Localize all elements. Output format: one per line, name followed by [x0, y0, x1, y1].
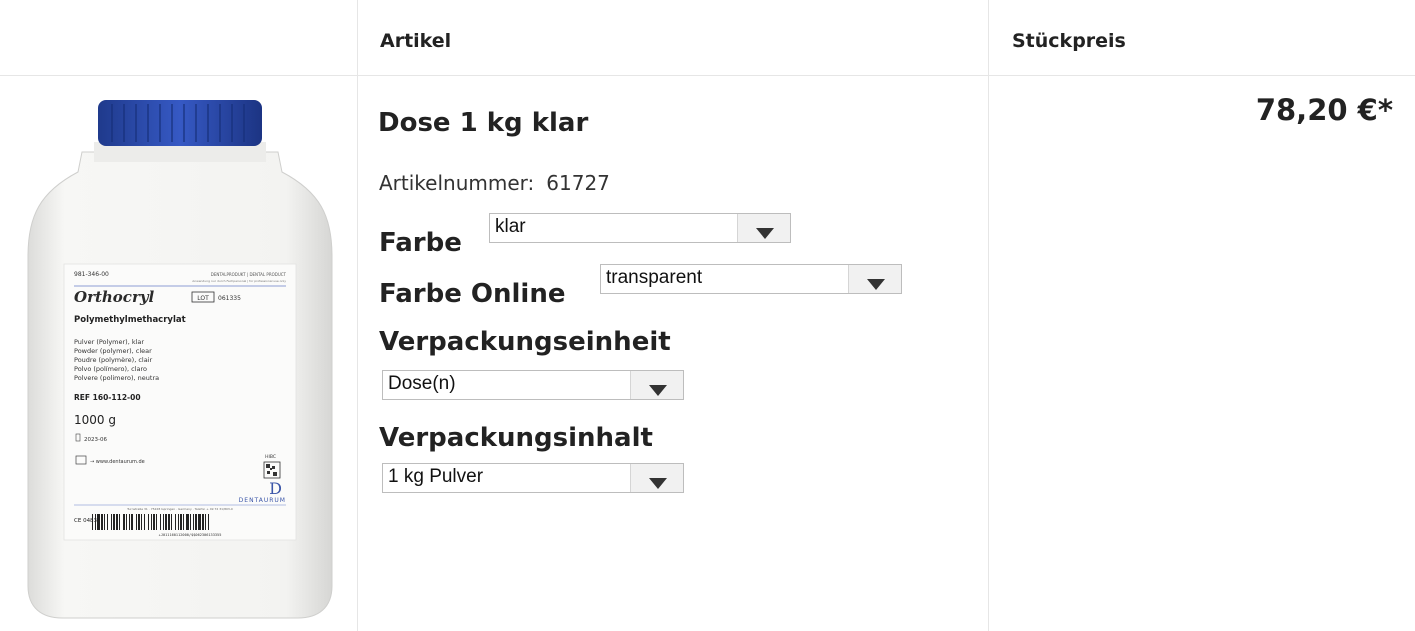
dentaurum-logo-icon: D: [269, 479, 282, 498]
farbe-online-select-value: transparent: [606, 267, 703, 288]
chevron-down-icon: [737, 214, 790, 242]
chevron-down-icon: [630, 371, 683, 399]
farbe-online-select[interactable]: transparent: [600, 264, 902, 294]
verpackungseinheit-select[interactable]: Dose(n): [382, 370, 684, 400]
product-image[interactable]: 981-346-00 DENTALPRODUKT | DENTAL PRODUC…: [20, 96, 340, 621]
option-label-verpackungseinheit: Verpackungseinheit: [379, 327, 671, 357]
label-maker: DENTAURUM: [239, 497, 286, 504]
column-divider: [988, 0, 989, 631]
verpackungsinhalt-select-value: 1 kg Pulver: [388, 466, 484, 487]
label-desc-line: Polvere (polimero), neutra: [74, 374, 159, 382]
label-maker-line: Turnstraße 31 · 75228 Ispringen · German…: [126, 507, 233, 511]
option-label-farbe-online: Farbe Online: [379, 279, 566, 309]
label-desc-line: Powder (polymer), clear: [74, 347, 152, 355]
label-code: 981-346-00: [74, 271, 109, 278]
product-name[interactable]: Dose 1 kg klar: [378, 108, 588, 138]
label-ref: REF 160-112-00: [74, 393, 141, 402]
option-label-farbe: Farbe: [379, 228, 462, 258]
chevron-down-icon: [848, 265, 901, 293]
verpackungseinheit-select-value: Dose(n): [388, 373, 456, 394]
unit-price: 78,20 €*: [1255, 93, 1393, 127]
header-divider: [0, 75, 1415, 76]
chevron-down-icon: [630, 464, 683, 492]
label-hibc: HIBC: [265, 454, 276, 460]
farbe-select-value: klar: [495, 216, 526, 237]
lot-label: LOT: [197, 295, 209, 302]
label-product-title: Polymethylmethacrylat: [74, 315, 186, 325]
article-number-value: 61727: [546, 171, 610, 195]
label-ce-mark: CE 0483: [74, 518, 98, 524]
label-desc-line: Polvo (polímero), claro: [74, 365, 147, 373]
column-header-stueckpreis: Stückpreis: [1012, 30, 1126, 52]
label-website: → www.dentaurum.de: [90, 459, 145, 465]
lot-value: 061335: [218, 295, 241, 302]
brand-logo: Orthocryl: [74, 288, 155, 306]
label-desc-line: Pulver (Polymer), klar: [74, 338, 144, 346]
farbe-select[interactable]: klar: [489, 213, 791, 243]
label-weight: 1000 g: [74, 413, 116, 427]
cart-table: Artikel Stückpreis 981-346-00 DENTALPROD…: [0, 0, 1415, 631]
label-desc-line: Poudre (polymère), clair: [74, 356, 152, 364]
label-barcode-text: +J011160112000/$$062306133355: [159, 533, 222, 537]
verpackungsinhalt-select[interactable]: 1 kg Pulver: [382, 463, 684, 493]
cap: [98, 100, 262, 146]
column-header-artikel: Artikel: [380, 30, 452, 52]
label-top-right: DENTALPRODUKT | DENTAL PRODUCT: [211, 272, 287, 277]
label-top-sub: Anwendung nur durch Fachpersonal | for p…: [192, 279, 286, 283]
article-number: Artikelnummer: 61727: [379, 171, 610, 195]
column-divider: [357, 0, 358, 631]
article-number-label: Artikelnummer:: [379, 171, 535, 195]
option-label-verpackungsinhalt: Verpackungsinhalt: [379, 423, 653, 453]
label-date: 2023-06: [84, 437, 107, 443]
